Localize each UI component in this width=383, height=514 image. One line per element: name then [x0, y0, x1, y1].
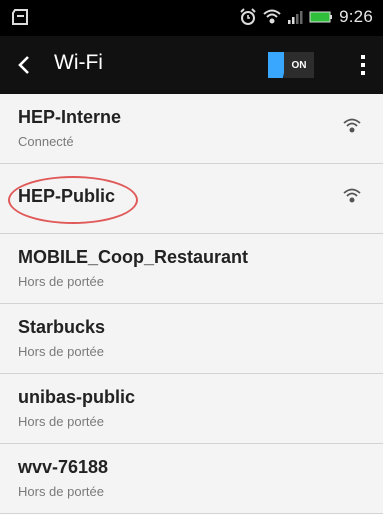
network-status: Hors de portée [18, 414, 104, 429]
network-name: HEP-Public [18, 186, 116, 206]
status-bar: 9:26 [0, 0, 383, 36]
network-list: HEP-Interne Connecté HEP-Public MOBILE_C… [0, 94, 383, 514]
network-item-starbucks[interactable]: Starbucks Hors de portée [0, 304, 383, 374]
app-bar: Wi-Fi ON [0, 36, 383, 94]
wifi-signal-icon [343, 118, 361, 133]
overflow-menu-icon[interactable] [359, 53, 367, 77]
network-item-hep-public[interactable]: HEP-Public [0, 164, 383, 234]
toggle-label: ON [284, 52, 314, 78]
sd-card-icon [12, 9, 28, 25]
wifi-toggle[interactable]: ON [268, 52, 314, 78]
page-title: Wi-Fi [54, 51, 103, 74]
status-icons: 9:26 [239, 6, 373, 28]
alarm-icon [240, 8, 256, 25]
signal-icon [288, 11, 303, 24]
network-name: wvv-76188 [18, 457, 109, 477]
network-name: HEP-Interne [18, 107, 122, 127]
network-item-mobile-coop-restaurant[interactable]: MOBILE_Coop_Restaurant Hors de portée [0, 234, 383, 304]
wifi-icon [263, 9, 281, 24]
network-item-wvv-76188[interactable]: wvv-76188 Hors de portée [0, 444, 383, 514]
network-status: Hors de portée [18, 484, 104, 499]
network-name: unibas-public [18, 387, 135, 407]
back-arrow-icon[interactable] [16, 55, 32, 75]
network-name: MOBILE_Coop_Restaurant [18, 247, 249, 267]
network-status: Connecté [18, 134, 74, 149]
network-status: Hors de portée [18, 344, 104, 359]
network-item-unibas-public[interactable]: unibas-public Hors de portée [0, 374, 383, 444]
network-name: Starbucks [18, 317, 106, 337]
wifi-signal-icon [343, 188, 361, 203]
status-time: 9:26 [339, 7, 373, 26]
network-item-hep-interne[interactable]: HEP-Interne Connecté [0, 94, 383, 164]
battery-icon [309, 11, 333, 23]
network-status: Hors de portée [18, 274, 104, 289]
